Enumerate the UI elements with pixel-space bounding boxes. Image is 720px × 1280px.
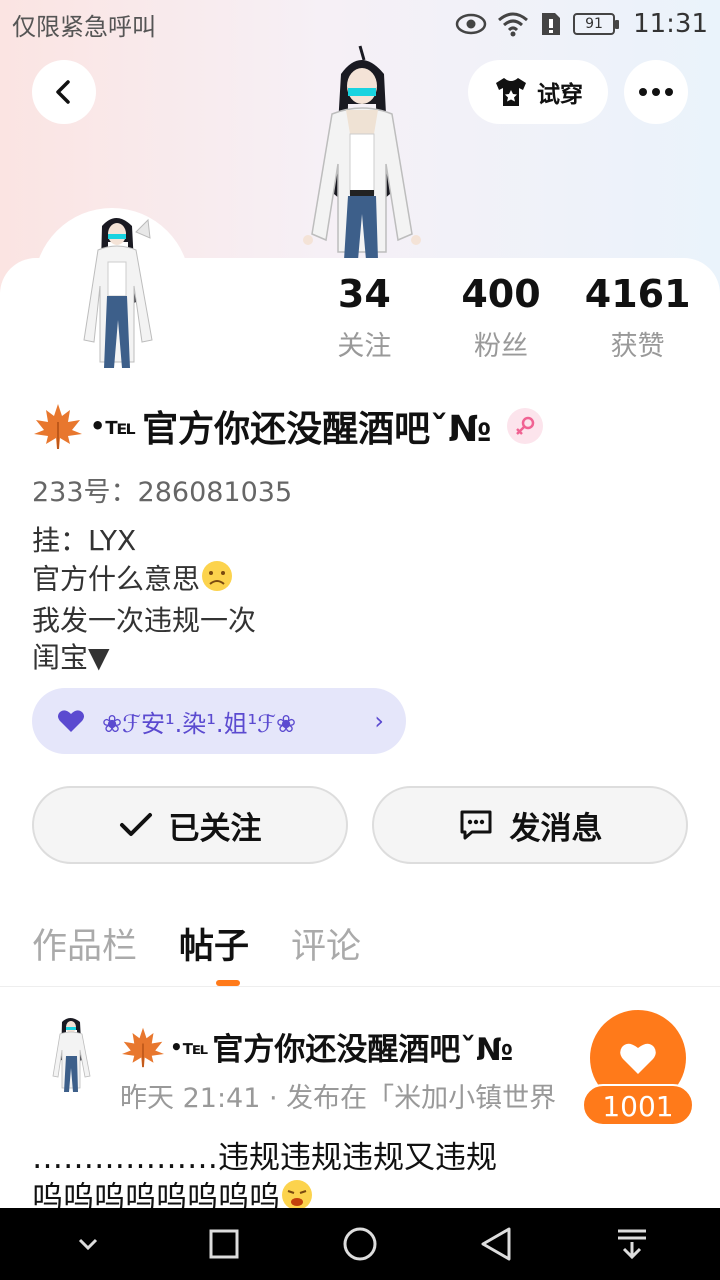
divider [0,986,720,987]
post-author-name: 官方你还没醒酒吧ˇ№ [212,1032,514,1068]
post-author-avatar[interactable] [50,1016,94,1096]
post-author-prefix: •℡ [170,1034,209,1059]
user-bio: 挂：LYX 官方什么意思 我发一次违规一次 闺宝▼ [32,522,256,676]
username-prefix: •℡ [90,412,137,440]
pull-down-icon [618,1229,646,1260]
heart-wing-icon [58,710,84,732]
more-dots-icon [639,88,673,96]
avatar-figure [83,218,153,368]
chevron-down-icon [78,1238,98,1251]
chevron-right-icon: › [374,707,384,735]
carrier-text: 仅限紧急呼叫 [12,12,156,41]
maple-leaf-icon [34,404,82,449]
nav-recents-button[interactable] [194,1214,254,1274]
message-button[interactable]: 发消息 [372,786,688,864]
tab-works[interactable]: 作品栏 [32,918,137,969]
like-count: 1001 [582,1084,694,1126]
stat-value: 4161 [584,272,691,316]
wifi-icon [497,11,529,37]
tab-comments[interactable]: 评论 [291,918,361,969]
eye-icon [455,12,487,36]
circle-icon [343,1227,377,1261]
tab-posts[interactable]: 帖子 [179,918,249,969]
username-row: •℡ 官方你还没醒酒吧ˇ№ [32,400,544,452]
bio-line: 官方什么意思 [32,559,256,602]
post-meta: 昨天 21:41 · 发布在「米加小镇世界 [120,1083,557,1114]
system-nav-bar [0,1208,720,1280]
stat-label: 获赞 [610,331,665,362]
stat-value: 400 [461,272,541,316]
bio-line: 我发一次违规一次 [32,604,257,637]
triangle-back-icon [481,1227,511,1261]
nav-notification-button[interactable] [602,1214,662,1274]
fan-group-name: ❀ℱ安¹.染¹.姐¹ℱ❀ [102,709,297,738]
user-id: 233号：286081035 [32,477,293,508]
chevron-left-icon [56,80,70,104]
frown-emoji-icon [200,559,234,602]
avatar[interactable] [34,208,190,368]
stat-followers[interactable]: 400 粉丝 [436,272,566,363]
follow-button[interactable]: 已关注 [32,786,348,864]
nav-home-button[interactable] [330,1214,390,1274]
heart-icon [620,1043,656,1074]
post-line: ………………违规违规违规又违规 [32,1140,497,1176]
tshirt-icon [496,78,526,106]
try-on-label: 试穿 [537,82,583,108]
nav-back-button[interactable] [466,1214,526,1274]
square-icon [209,1229,239,1259]
stat-value: 34 [337,272,391,316]
back-button[interactable] [32,60,96,124]
chat-bubble-icon [460,810,491,840]
fan-group-chip[interactable]: ❀ℱ安¹.染¹.姐¹ℱ❀ › [32,688,406,754]
more-button[interactable] [624,60,688,124]
profile-stats: 34 关注 400 粉丝 4161 获赞 [296,272,706,363]
post-author-row[interactable]: •℡ 官方你还没醒酒吧ˇ№ [120,1024,513,1069]
nav-collapse-button[interactable] [58,1214,118,1274]
stat-label: 关注 [337,331,392,362]
bio-line: 闺宝▼ [32,641,110,674]
username: 官方你还没醒酒吧ˇ№ [142,409,492,450]
follow-label: 已关注 [168,810,262,847]
try-on-button[interactable]: 试穿 [468,60,608,124]
profile-tabs: 作品栏 帖子 评论 [32,918,361,969]
battery-icon: 91 [573,13,620,35]
message-label: 发消息 [509,810,603,847]
sim-alert-icon [539,11,563,37]
status-bar: 仅限紧急呼叫 91 11:31 [0,0,720,48]
female-gender-icon [507,408,544,444]
stat-likes[interactable]: 4161 获赞 [573,272,703,363]
stat-following[interactable]: 34 关注 [299,272,429,363]
character-figure[interactable] [286,44,436,264]
bio-line: 挂：LYX [32,524,137,557]
maple-leaf-icon [122,1027,164,1067]
clock: 11:31 [633,9,708,39]
check-icon [119,813,152,836]
stat-label: 粉丝 [473,331,528,362]
